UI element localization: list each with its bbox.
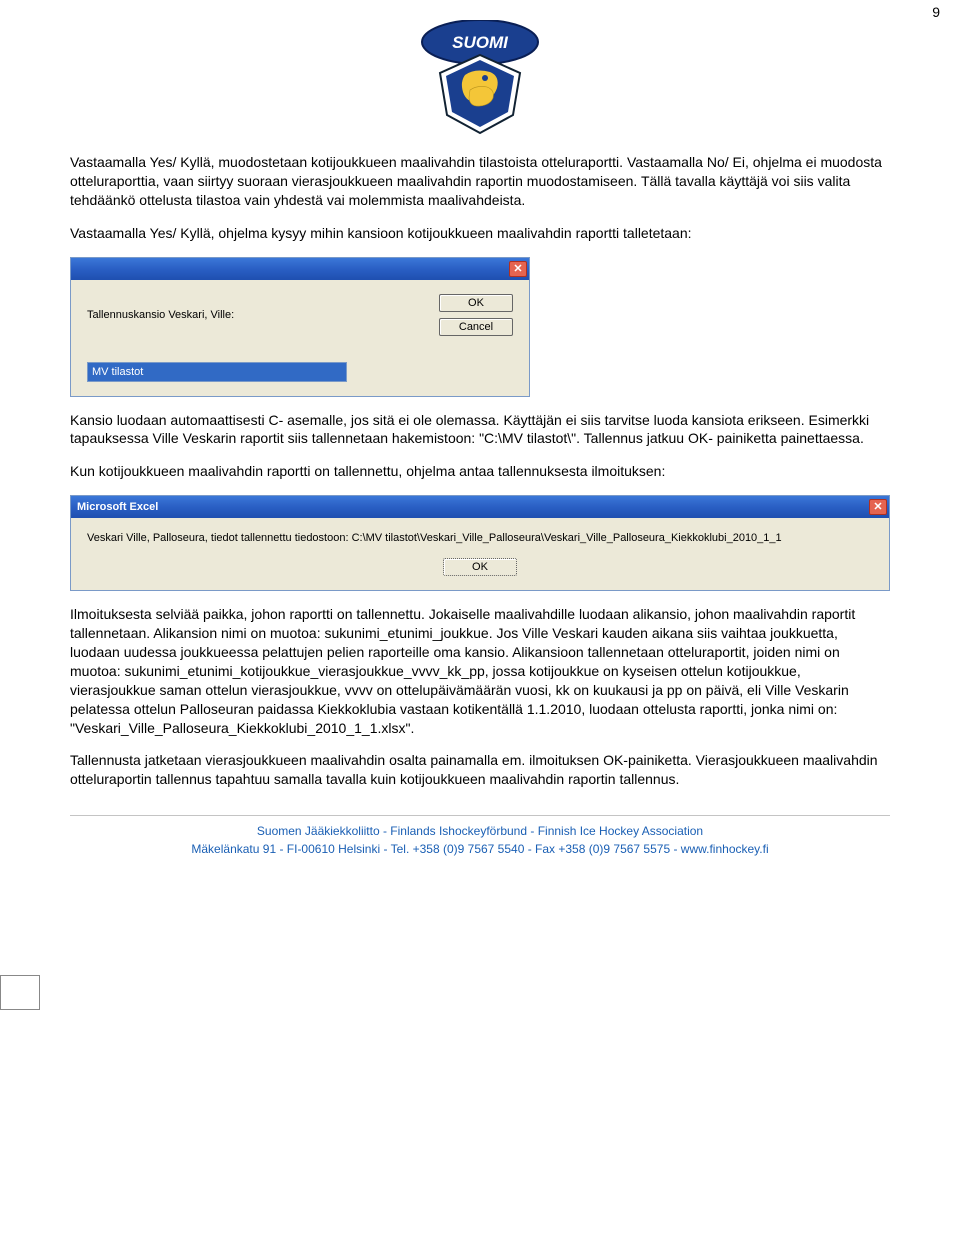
- paragraph-5: Ilmoituksesta selviää paikka, johon rapo…: [70, 605, 890, 737]
- footer-line-2: Mäkelänkatu 91 - FI-00610 Helsinki - Tel…: [70, 840, 890, 858]
- close-icon[interactable]: ✕: [509, 261, 527, 277]
- ok-button[interactable]: OK: [443, 558, 517, 576]
- paragraph-6: Tallennusta jatketaan vierasjoukkueen ma…: [70, 751, 890, 789]
- save-confirmation-dialog: Microsoft Excel ✕ Veskari Ville, Pallose…: [70, 495, 890, 591]
- dialog-title: Microsoft Excel: [77, 501, 158, 513]
- logo-text: SUOMI: [452, 33, 509, 52]
- paragraph-4: Kun kotijoukkueen maalivahdin raportti o…: [70, 462, 890, 481]
- dialog-titlebar: Microsoft Excel ✕: [71, 496, 889, 518]
- folder-input[interactable]: [87, 362, 347, 382]
- footer: Suomen Jääkiekkoliitto - Finlands Ishock…: [70, 815, 890, 858]
- logo: SUOMI: [70, 20, 890, 138]
- close-icon[interactable]: ✕: [869, 499, 887, 515]
- folder-label: Tallennuskansio Veskari, Ville:: [87, 309, 234, 321]
- paragraph-1: Vastaamalla Yes/ Kyllä, muodostetaan kot…: [70, 153, 890, 210]
- confirmation-message: Veskari Ville, Palloseura, tiedot tallen…: [87, 532, 782, 544]
- ok-button[interactable]: OK: [439, 294, 513, 312]
- paragraph-2: Vastaamalla Yes/ Kyllä, ohjelma kysyy mi…: [70, 224, 890, 243]
- page-number: 9: [932, 4, 940, 20]
- dialog-titlebar: ✕: [71, 258, 529, 280]
- paragraph-3: Kansio luodaan automaattisesti C- asemal…: [70, 411, 890, 449]
- cancel-button[interactable]: Cancel: [439, 318, 513, 336]
- suomi-logo-icon: SUOMI: [415, 20, 545, 135]
- footer-line-1: Suomen Jääkiekkoliitto - Finlands Ishock…: [70, 822, 890, 840]
- save-folder-dialog: ✕ Tallennuskansio Veskari, Ville: OK Can…: [70, 257, 530, 397]
- margin-box: [0, 975, 40, 1010]
